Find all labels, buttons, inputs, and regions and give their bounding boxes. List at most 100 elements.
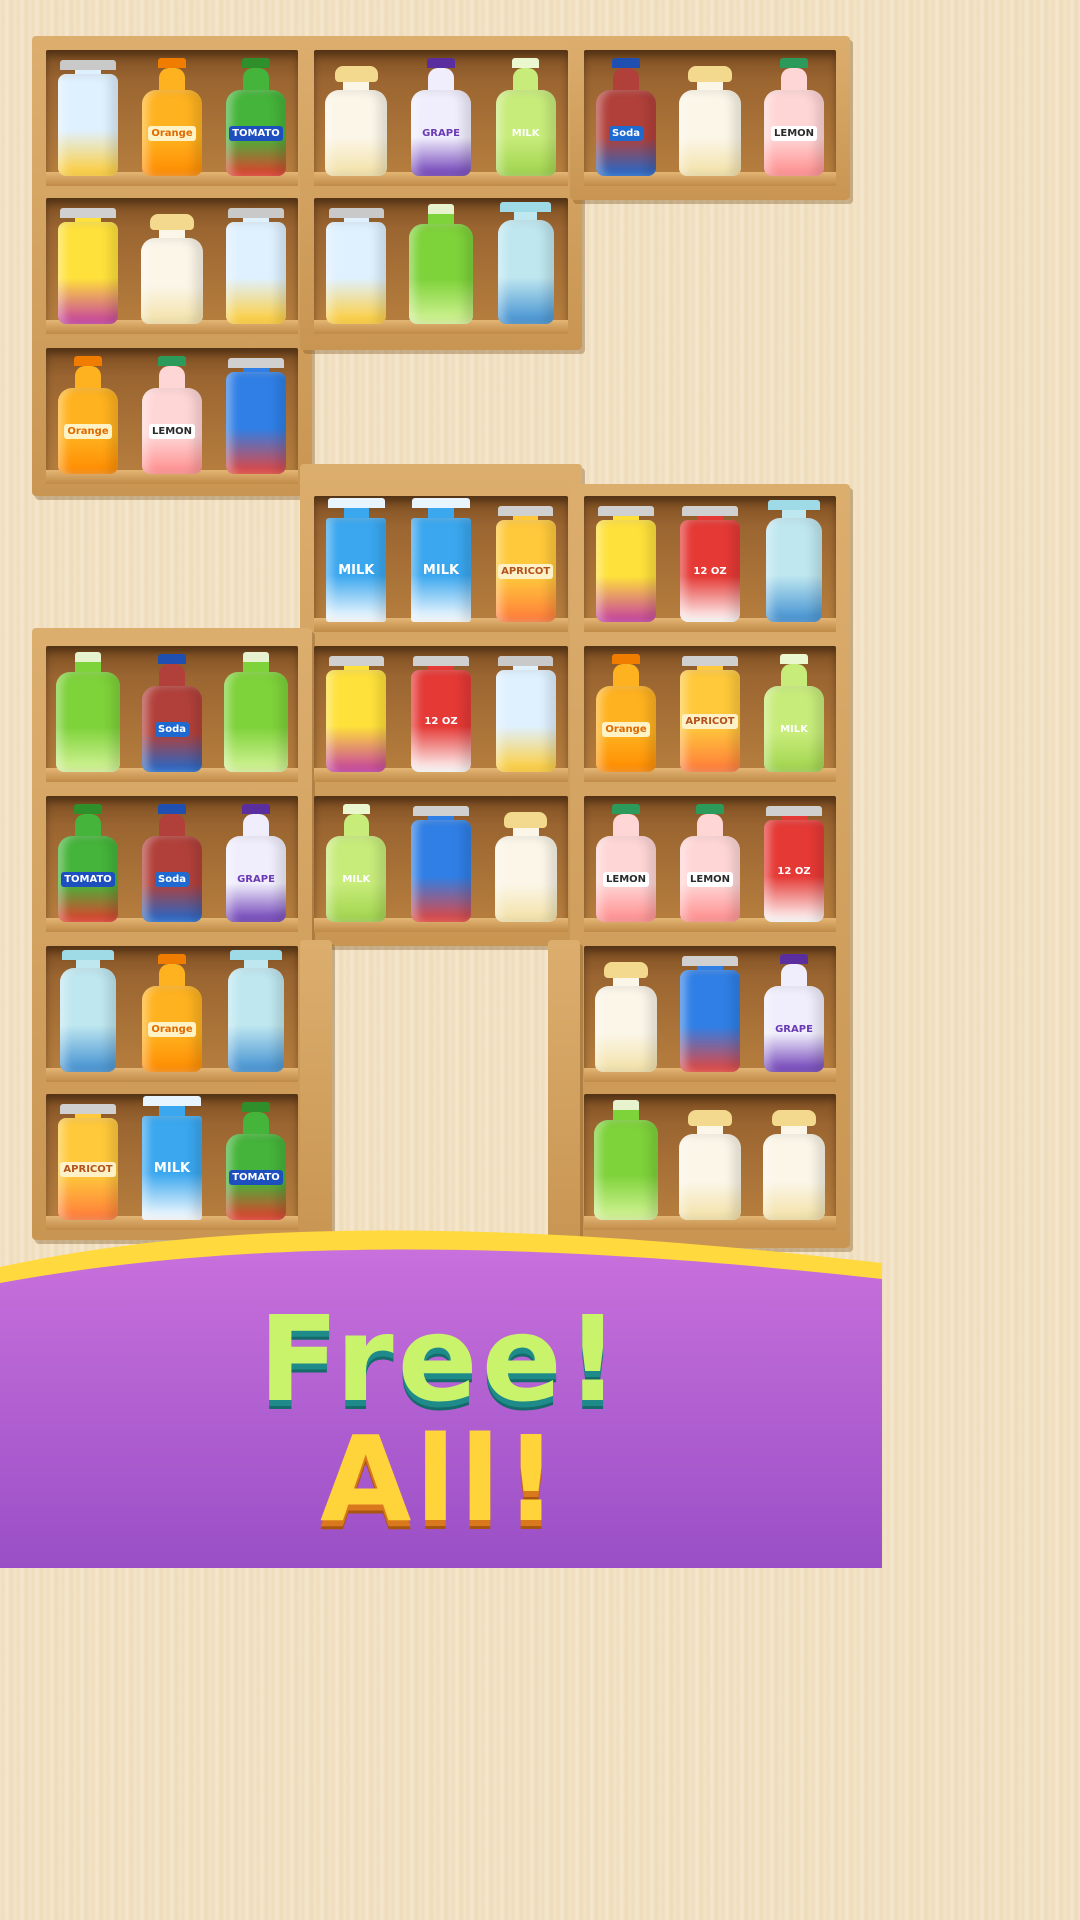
item-body (226, 372, 286, 474)
item-body: MILK (326, 836, 387, 922)
milk-jar[interactable] (325, 64, 388, 176)
milk-jar[interactable] (494, 810, 557, 922)
item-label: TOMATO (61, 871, 115, 887)
teal-thermos[interactable] (60, 946, 116, 1072)
shelf-cell[interactable]: GRAPE MILK (314, 50, 568, 186)
shelf-cell[interactable]: LEMON LEMON 12 OZ (584, 796, 836, 932)
cola-can[interactable]: 12 OZ (680, 506, 740, 622)
lime-jug[interactable] (224, 648, 288, 772)
item-label: 12 OZ (424, 715, 458, 727)
shelf-cell[interactable]: TOMATO Soda GRAPE (46, 796, 298, 932)
pineapple-can[interactable] (58, 60, 118, 176)
item-body: APRICOT (680, 670, 740, 772)
orange-bottle[interactable]: Orange (142, 54, 202, 176)
item-label: LEMON (770, 125, 818, 141)
blue-can-can[interactable] (226, 358, 286, 474)
shelf-cell[interactable] (584, 1094, 836, 1230)
lime-jug[interactable] (409, 200, 473, 324)
item-neck (613, 68, 639, 90)
apricot-can[interactable]: APRICOT (58, 1104, 118, 1220)
item-neck (612, 1110, 640, 1120)
item-body (325, 90, 388, 176)
shelf-cell[interactable]: MILK MILK APRICOT (314, 496, 568, 632)
blue-can-can[interactable] (411, 806, 471, 922)
soda-bottle[interactable]: Soda (142, 800, 202, 922)
shelf-cell[interactable] (314, 198, 568, 334)
orange-bottle[interactable]: Orange (142, 950, 202, 1072)
item-body (763, 1134, 825, 1220)
item-label: MILK (780, 723, 808, 735)
grape-bottle[interactable]: GRAPE (226, 800, 286, 922)
teal-thermos[interactable] (497, 198, 554, 324)
shelf-cell[interactable]: Orange LEMON (46, 348, 298, 484)
teal-thermos[interactable] (766, 496, 822, 622)
milk-green-bottle[interactable]: MILK (326, 800, 387, 922)
milk-jar[interactable] (679, 1108, 741, 1220)
milk-jar[interactable] (679, 64, 741, 176)
lemon-bottle[interactable]: LEMON (596, 800, 656, 922)
item-label: GRAPE (422, 127, 460, 139)
milk-carton-carton[interactable]: MILK (411, 498, 471, 622)
shelf-cell[interactable] (46, 198, 298, 334)
soda-bottle[interactable]: Soda (596, 54, 656, 176)
teal-thermos[interactable] (228, 946, 284, 1072)
cola-can[interactable]: 12 OZ (411, 656, 471, 772)
item-neck (244, 960, 268, 968)
shelf-cell[interactable]: Orange TOMATO (46, 50, 298, 186)
pineapple-can[interactable] (495, 656, 556, 772)
item-neck (159, 68, 185, 90)
item-body (680, 970, 740, 1072)
milk-jar[interactable] (141, 212, 203, 324)
tomato-bottle[interactable]: TOMATO (226, 54, 286, 176)
milk-green-bottle[interactable]: MILK (495, 54, 556, 176)
milk-jar[interactable] (595, 960, 657, 1072)
apricot-can[interactable]: APRICOT (680, 656, 740, 772)
tomato-bottle[interactable]: TOMATO (226, 1098, 286, 1220)
item-cap (612, 654, 640, 664)
tomato-bottle[interactable]: TOMATO (58, 800, 118, 922)
item-neck (75, 366, 101, 388)
item-body: GRAPE (226, 836, 286, 922)
item-body (326, 670, 387, 772)
grape-bottle[interactable]: GRAPE (764, 950, 824, 1072)
item-neck (343, 508, 369, 518)
grape-bottle[interactable]: GRAPE (411, 54, 471, 176)
lemon-can-can[interactable] (596, 506, 656, 622)
pineapple-can[interactable] (326, 208, 387, 324)
lemon-bottle[interactable]: LEMON (142, 352, 202, 474)
shelf-cell[interactable]: 12 OZ (584, 496, 836, 632)
pineapple-can[interactable] (226, 208, 286, 324)
lime-jug[interactable] (56, 648, 120, 772)
shelf-cell[interactable]: Soda (46, 646, 298, 782)
orange-bottle[interactable]: Orange (596, 650, 656, 772)
lemon-can-can[interactable] (58, 208, 118, 324)
item-neck (513, 68, 539, 90)
cola-can[interactable]: 12 OZ (764, 806, 824, 922)
lime-jug[interactable] (594, 1096, 658, 1220)
item-neck (781, 964, 807, 986)
orange-bottle[interactable]: Orange (58, 352, 118, 474)
apricot-can[interactable]: APRICOT (495, 506, 556, 622)
item-neck (75, 814, 101, 836)
blue-can-can[interactable] (680, 956, 740, 1072)
lemon-bottle[interactable]: LEMON (680, 800, 740, 922)
shelf-cell[interactable]: 12 OZ (314, 646, 568, 782)
item-body: 12 OZ (680, 520, 740, 622)
shelf-cell[interactable]: Orange APRICOT MILK (584, 646, 836, 782)
soda-bottle[interactable]: Soda (142, 650, 202, 772)
item-body: LEMON (680, 836, 740, 922)
item-neck (158, 230, 186, 238)
shelf-cell[interactable]: GRAPE (584, 946, 836, 1082)
milk-green-bottle[interactable]: MILK (764, 650, 824, 772)
item-body (411, 820, 471, 922)
item-label: APRICOT (682, 713, 738, 729)
shelf-cell[interactable]: Orange (46, 946, 298, 1082)
shelf-cell[interactable]: MILK (314, 796, 568, 932)
shelf-cell[interactable]: APRICOT MILK TOMATO (46, 1094, 298, 1230)
lemon-can-can[interactable] (326, 656, 387, 772)
milk-carton-carton[interactable]: MILK (326, 498, 387, 622)
milk-carton-carton[interactable]: MILK (142, 1096, 202, 1220)
milk-jar[interactable] (763, 1108, 825, 1220)
lemon-bottle[interactable]: LEMON (764, 54, 824, 176)
shelf-cell[interactable]: Soda LEMON (584, 50, 836, 186)
